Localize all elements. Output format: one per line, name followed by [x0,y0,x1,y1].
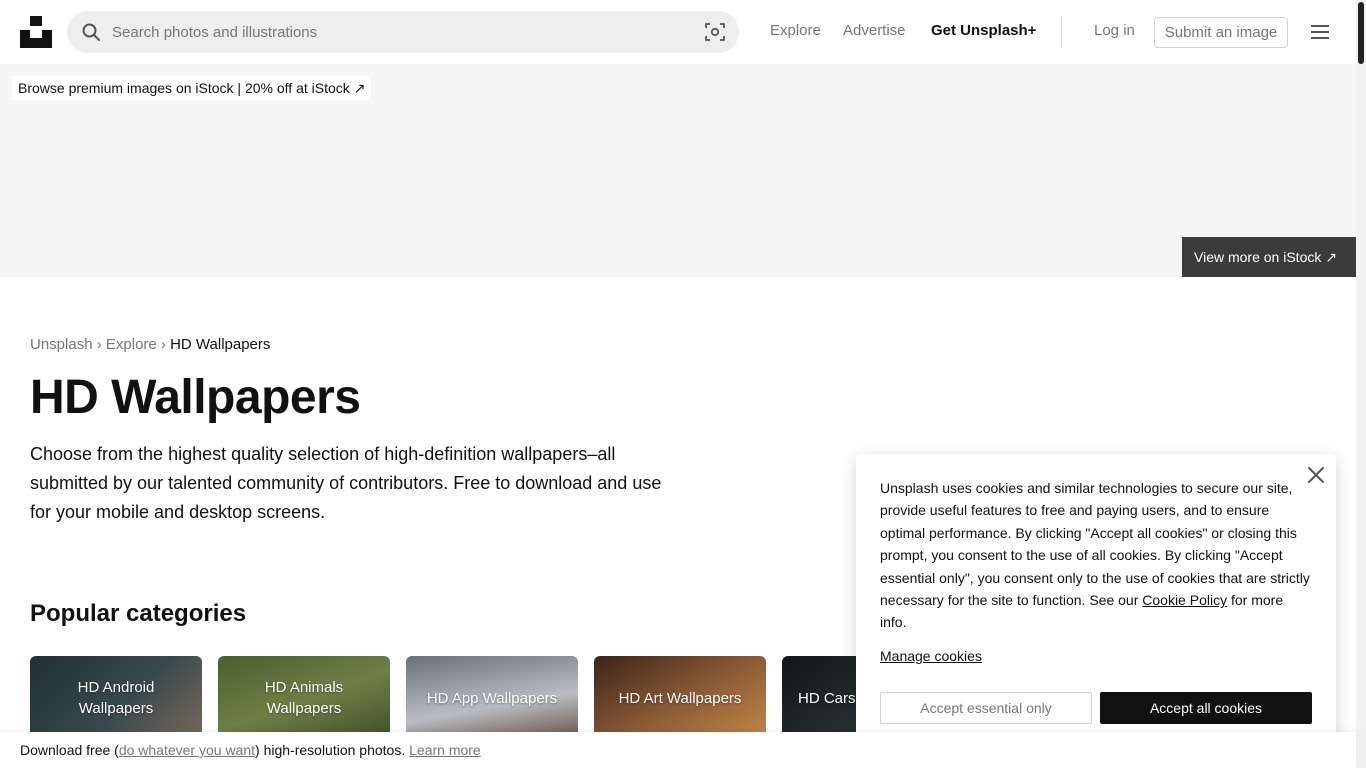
breadcrumb-explore-link[interactable]: Explore [106,336,157,353]
accept-essential-button[interactable]: Accept essential only [880,692,1092,724]
cookie-policy-link[interactable]: Cookie Policy [1142,592,1227,608]
nav-divider [1061,16,1062,48]
login-link[interactable]: Log in [1094,22,1135,39]
istock-promo-tag[interactable]: Browse premium images on iStock | 20% of… [12,76,372,100]
category-label: HD Android Wallpapers [77,679,155,717]
nav-get-unsplash-plus-link[interactable]: Get Unsplash+ [931,22,1036,39]
category-label: HD Art Wallpapers [618,689,742,707]
search-input[interactable] [112,11,672,53]
page-description: Choose from the highest quality selectio… [30,444,662,522]
breadcrumb-current: HD Wallpapers [170,336,271,353]
category-label: HD App Wallpapers [426,689,558,707]
cookie-message-text: Unsplash uses cookies and similar techno… [880,480,1310,609]
cookie-message: Unsplash uses cookies and similar techno… [880,477,1310,634]
learn-more-link[interactable]: Learn more [409,742,481,758]
search-bar [67,11,739,53]
breadcrumb-separator: › [160,336,166,353]
popular-categories-heading: Popular categories [30,600,247,627]
bottom-info-bar: Download free (do whatever you want) hig… [0,732,1356,768]
view-more-label: View more on iStock [1194,249,1322,265]
istock-promo-separator: | [233,80,245,96]
page-scrollbar[interactable] [1356,0,1366,768]
breadcrumb-separator: › [96,336,102,353]
istock-promo-offer: 20% off at iStock [244,80,350,96]
bottom-bar-suffix: ) high-resolution photos. [255,742,410,758]
breadcrumb-unsplash-link[interactable]: Unsplash [30,336,93,353]
unsplash-logo-icon[interactable] [20,16,52,48]
search-icon[interactable] [81,22,101,42]
page: Explore Advertise Get Unsplash+ Log in S… [0,0,1366,768]
external-arrow-icon: ↗ [353,80,366,96]
category-label: HD Animals Wallpapers [264,679,344,717]
cookie-consent-dialog: Unsplash uses cookies and similar techno… [856,454,1336,744]
page-title: HD Wallpapers [30,371,361,424]
license-link[interactable]: do whatever you want [119,742,255,758]
nav-advertise-link[interactable]: Advertise [843,22,906,39]
nav-explore-link[interactable]: Explore [770,22,821,39]
breadcrumb: Unsplash › Explore › HD Wallpapers [30,336,270,353]
bottom-bar-prefix: Download free ( [20,742,119,758]
hamburger-menu-icon[interactable] [1310,22,1330,42]
manage-cookies-link[interactable]: Manage cookies [880,648,982,664]
top-navbar: Explore Advertise Get Unsplash+ Log in S… [0,0,1356,64]
scrollbar-thumb[interactable] [1358,2,1364,64]
view-more-istock-button[interactable]: View more on iStock ↗ [1182,237,1356,277]
external-arrow-icon: ↗ [1325,249,1337,265]
submit-image-button[interactable]: Submit an image [1154,17,1288,48]
istock-promo-title: Browse premium images on iStock [18,80,234,96]
visual-search-icon[interactable] [705,22,725,42]
accept-all-cookies-button[interactable]: Accept all cookies [1100,692,1312,724]
